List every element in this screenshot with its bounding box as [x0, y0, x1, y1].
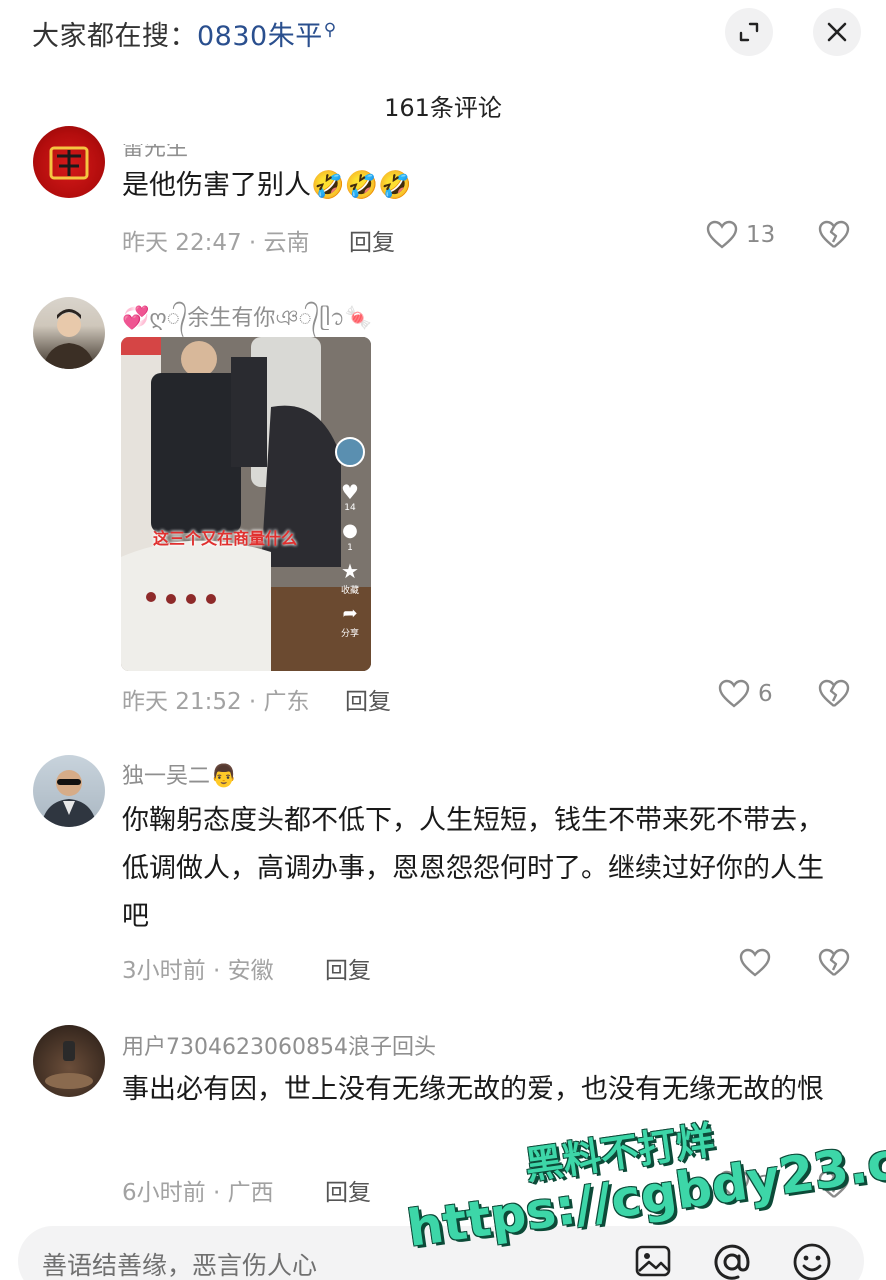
avatar[interactable]	[33, 755, 105, 827]
search-hint-prefix: 大家都在搜：	[32, 21, 197, 52]
comment-username[interactable]: 💞ღ᭄余生有你ঞ᭄ᥫ᭡🍬	[122, 300, 372, 341]
emoji-icon	[793, 1243, 831, 1280]
like-button[interactable]	[739, 948, 779, 978]
comment-time-location: 昨天 22:47 · 云南	[122, 230, 310, 256]
heart-icon	[718, 679, 750, 708]
reply-button[interactable]: 回复	[345, 682, 391, 716]
avatar[interactable]	[33, 126, 105, 198]
close-button[interactable]	[813, 8, 861, 56]
video-favorite-icon[interactable]: ★	[331, 559, 369, 583]
avatar[interactable]	[33, 1025, 105, 1097]
creator-avatar-icon[interactable]	[335, 437, 365, 467]
video-share-icon[interactable]: ➦	[331, 602, 369, 626]
image-icon	[635, 1245, 671, 1277]
like-count: 6	[758, 681, 773, 707]
dislike-button[interactable]	[818, 948, 850, 982]
comment-username[interactable]: 独一吴二👨	[122, 758, 237, 790]
person-photo-icon	[41, 770, 97, 827]
broken-heart-icon	[818, 679, 850, 707]
broken-heart-icon	[818, 220, 850, 248]
close-icon	[827, 22, 847, 42]
comment-input-placeholder[interactable]: 善语结善缘，恶言伤人心	[42, 1246, 317, 1280]
comment-count-title: 161条评论	[384, 94, 502, 122]
reply-button[interactable]: 回复	[325, 1173, 371, 1207]
reply-button[interactable]: 回复	[325, 951, 371, 985]
reply-button[interactable]: 回复	[349, 223, 395, 257]
expand-icon	[739, 22, 759, 42]
like-button[interactable]: 6	[718, 679, 773, 709]
heart-icon	[739, 948, 771, 977]
at-mention-icon	[714, 1244, 750, 1280]
search-hint[interactable]: 大家都在搜：0830朱平⚲	[32, 14, 337, 53]
video-thumbnail[interactable]: 这三个又在商量什么 ♥ 14 ● 1 ★ 收藏 ➦ 分享	[121, 337, 371, 671]
comment-time-location: 3小时前 · 安徽	[122, 958, 274, 984]
comment-text: 是他伤害了别人🤣🤣🤣	[122, 170, 412, 201]
video-like-count: 14	[344, 503, 356, 513]
comment-username[interactable]: 雷先生	[122, 144, 188, 162]
dislike-button[interactable]	[818, 220, 850, 254]
video-share-label: 分享	[340, 629, 359, 639]
video-sidebar: ♥ 14 ● 1 ★ 收藏 ➦ 分享	[331, 437, 369, 639]
comment-text: 事出必有因，世上没有无缘无故的爱，也没有无缘无故的恨	[122, 1074, 824, 1105]
search-icon: ⚲	[323, 20, 337, 40]
person-photo-icon	[45, 1041, 93, 1089]
emoji-button[interactable]	[792, 1242, 832, 1280]
mention-button[interactable]	[712, 1242, 752, 1280]
like-button[interactable]: 13	[706, 220, 775, 250]
video-like-icon[interactable]: ♥	[331, 481, 369, 503]
video-favorite-label: 收藏	[340, 586, 359, 596]
like-count: 13	[746, 222, 776, 248]
video-caption: 这三个又在商量什么	[153, 529, 298, 548]
video-comment-icon[interactable]: ●	[331, 519, 369, 543]
broken-heart-icon	[818, 948, 850, 976]
comment-time-location: 昨天 21:52 · 广东	[122, 689, 310, 715]
search-hint-keyword[interactable]: 0830朱平	[197, 21, 323, 52]
avatar[interactable]	[33, 297, 105, 369]
image-button[interactable]	[634, 1242, 672, 1280]
fu-character-icon	[49, 146, 89, 180]
person-photo-icon	[43, 309, 95, 369]
comment-time-location: 6小时前 · 广西	[122, 1180, 274, 1206]
heart-icon	[706, 220, 738, 249]
expand-button[interactable]	[725, 8, 773, 56]
dislike-button[interactable]	[818, 679, 850, 713]
comment-username[interactable]: 用户7304623060854浪子回头	[122, 1029, 436, 1061]
comment-text: 你鞠躬态度头都不低下，人生短短，钱生不带来死不带去，低调做人，高调办事，恩恩怨怨…	[122, 805, 824, 932]
video-comment-count: 1	[347, 543, 353, 553]
